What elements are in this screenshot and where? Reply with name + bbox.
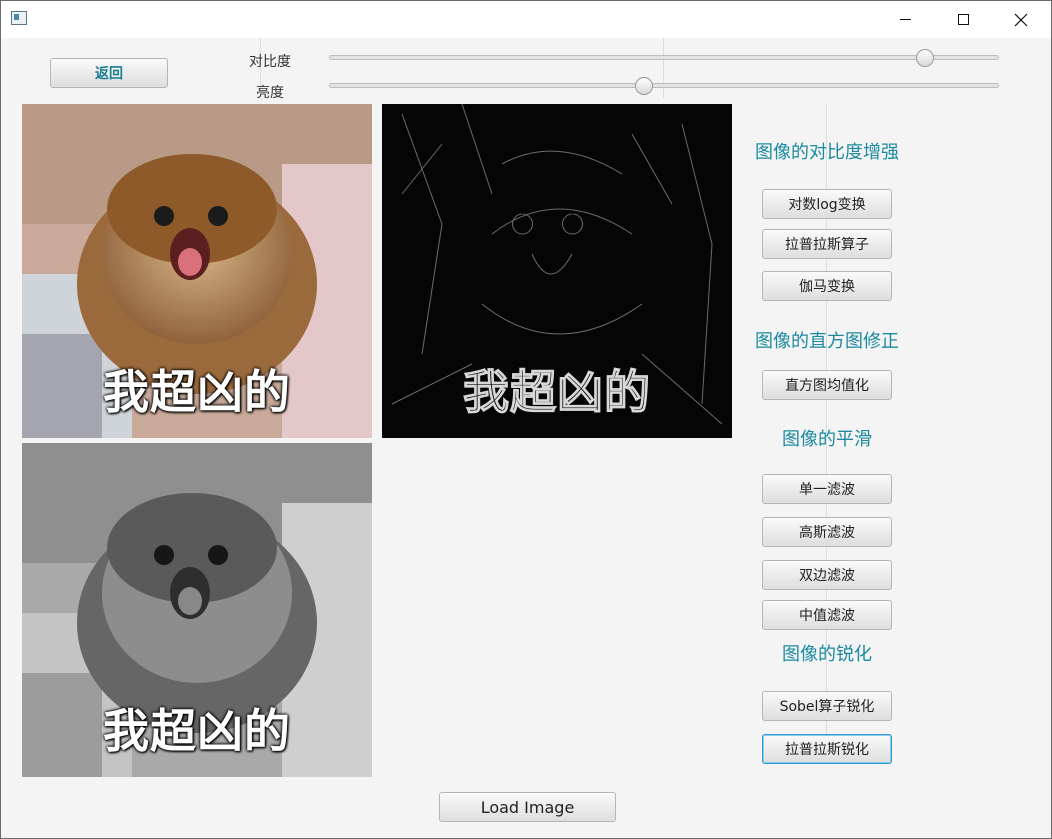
maximize-button[interactable]	[940, 1, 986, 38]
single-filter-button[interactable]: 单一滤波	[762, 474, 892, 504]
edge-image: 我超凶的	[382, 104, 732, 438]
minimize-icon	[899, 19, 911, 20]
smoothing-section-title: 图像的平滑	[782, 429, 872, 450]
laplacian-sharpen-button[interactable]: 拉普拉斯锐化	[762, 734, 892, 764]
app-window-icon	[11, 11, 27, 25]
laplacian-operator-button[interactable]: 拉普拉斯算子	[762, 229, 892, 259]
sobel-sharpen-button[interactable]: Sobel算子锐化	[762, 691, 892, 721]
title-bar	[1, 1, 1051, 38]
log-transform-button[interactable]: 对数log变换	[762, 189, 892, 219]
sharpening-section-title: 图像的锐化	[782, 644, 872, 665]
median-filter-button[interactable]: 中值滤波	[762, 600, 892, 630]
original-caption: 我超凶的	[103, 365, 291, 419]
grayscale-caption: 我超凶的	[103, 704, 291, 758]
gaussian-filter-button[interactable]: 高斯滤波	[762, 517, 892, 547]
histogram-section-title: 图像的直方图修正	[755, 331, 899, 352]
brightness-slider-thumb[interactable]	[634, 77, 653, 95]
contrast-slider-track[interactable]	[329, 55, 999, 60]
close-icon	[1014, 13, 1028, 26]
grayscale-image: 我超凶的	[22, 443, 372, 777]
brightness-slider-track[interactable]	[329, 83, 999, 88]
minimize-button[interactable]	[882, 1, 928, 38]
brightness-label: 亮度	[256, 85, 284, 101]
maximize-icon	[957, 14, 969, 25]
guide-line-top	[663, 38, 664, 98]
bilateral-filter-button[interactable]: 双边滤波	[762, 560, 892, 590]
contrast-section-title: 图像的对比度增强	[755, 142, 899, 163]
original-image: 我超凶的	[22, 104, 372, 438]
gamma-transform-button[interactable]: 伽马变换	[762, 271, 892, 301]
load-image-button[interactable]: Load Image	[439, 792, 616, 822]
back-button[interactable]: 返回	[50, 58, 168, 88]
contrast-slider-thumb[interactable]	[916, 49, 935, 67]
close-button[interactable]	[998, 1, 1044, 38]
contrast-label: 对比度	[249, 54, 291, 70]
edge-caption: 我超凶的	[462, 364, 651, 419]
histogram-equalization-button[interactable]: 直方图均值化	[762, 370, 892, 400]
